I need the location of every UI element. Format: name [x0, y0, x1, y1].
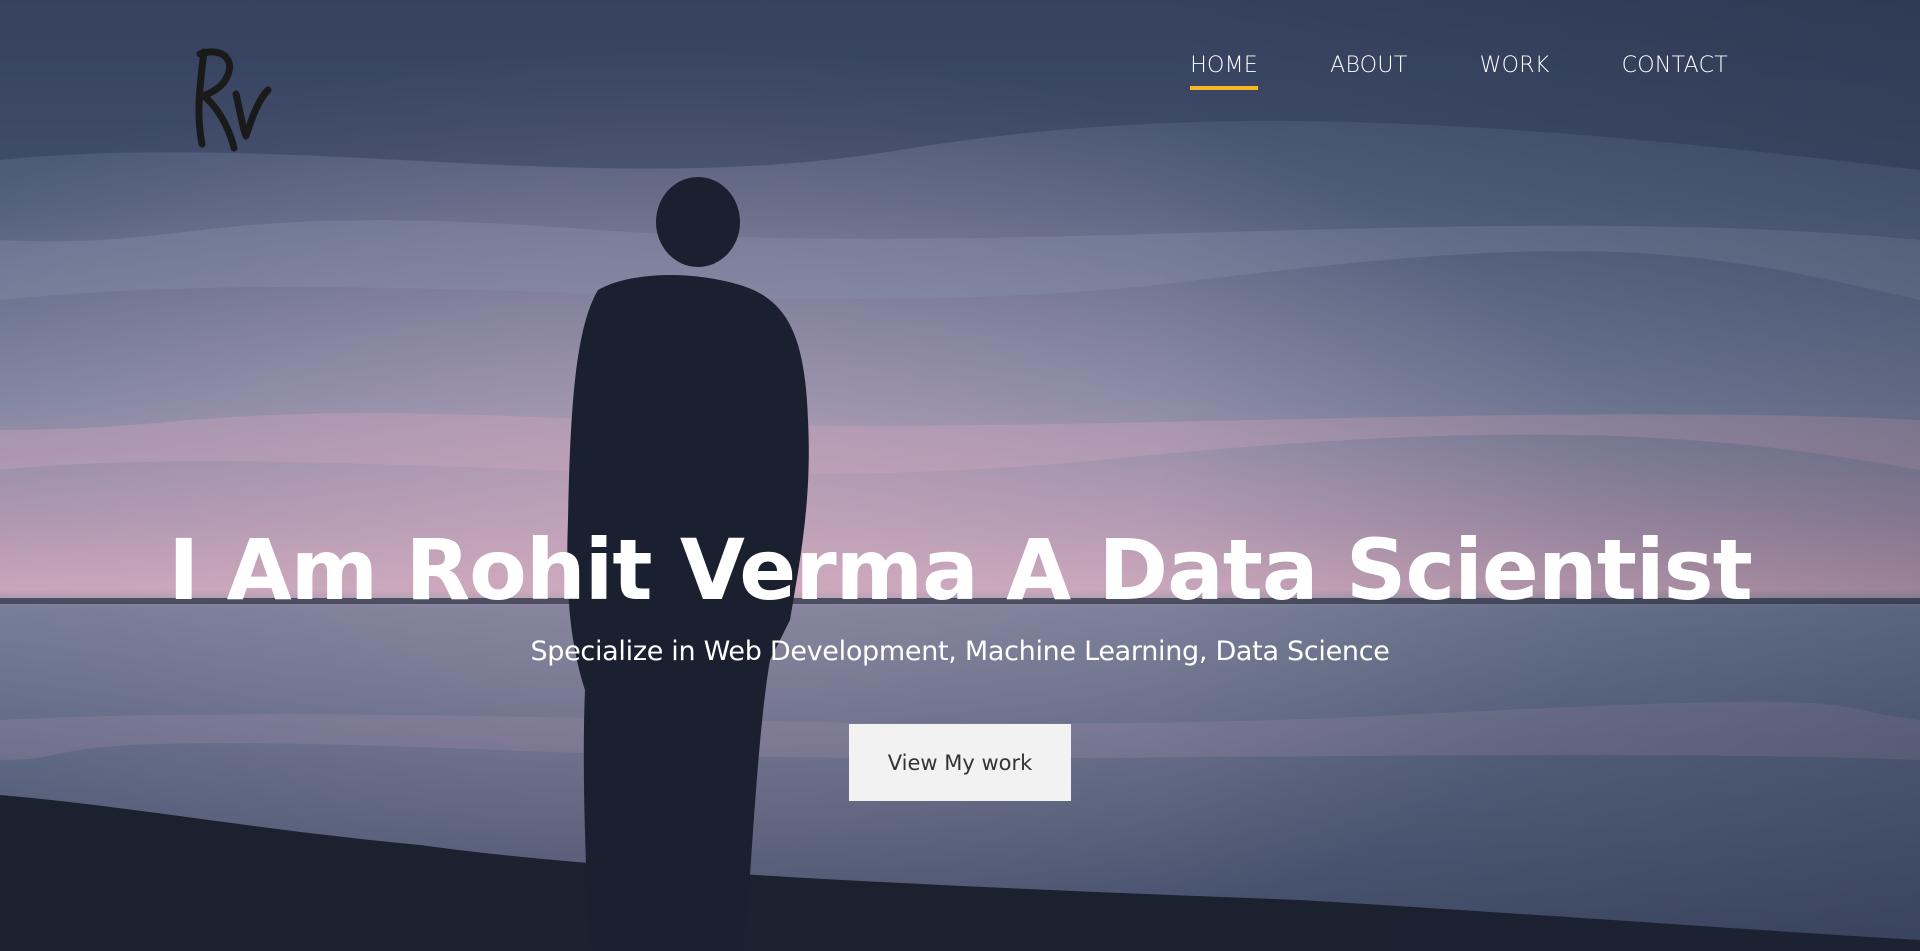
- view-my-work-button[interactable]: View My work: [849, 724, 1071, 801]
- hero-content: I Am Rohit Verma A Data Scientist Specia…: [0, 520, 1920, 801]
- main-navigation: HOME ABOUT WORK CONTACT: [1118, 52, 1728, 90]
- nav-link-about[interactable]: ABOUT: [1330, 52, 1407, 90]
- nav-link-work[interactable]: WORK: [1480, 52, 1550, 90]
- hero-title: I Am Rohit Verma A Data Scientist: [168, 521, 1753, 619]
- nav-link-home[interactable]: HOME: [1190, 52, 1259, 90]
- hero-section: HOME ABOUT WORK CONTACT I Am Rohit Verma…: [0, 0, 1920, 951]
- hero-subtitle: Specialize in Web Development, Machine L…: [530, 636, 1390, 667]
- hero-background-image: [0, 0, 1920, 951]
- nav-link-contact[interactable]: CONTACT: [1622, 52, 1728, 90]
- rv-signature-logo-icon[interactable]: [190, 44, 272, 154]
